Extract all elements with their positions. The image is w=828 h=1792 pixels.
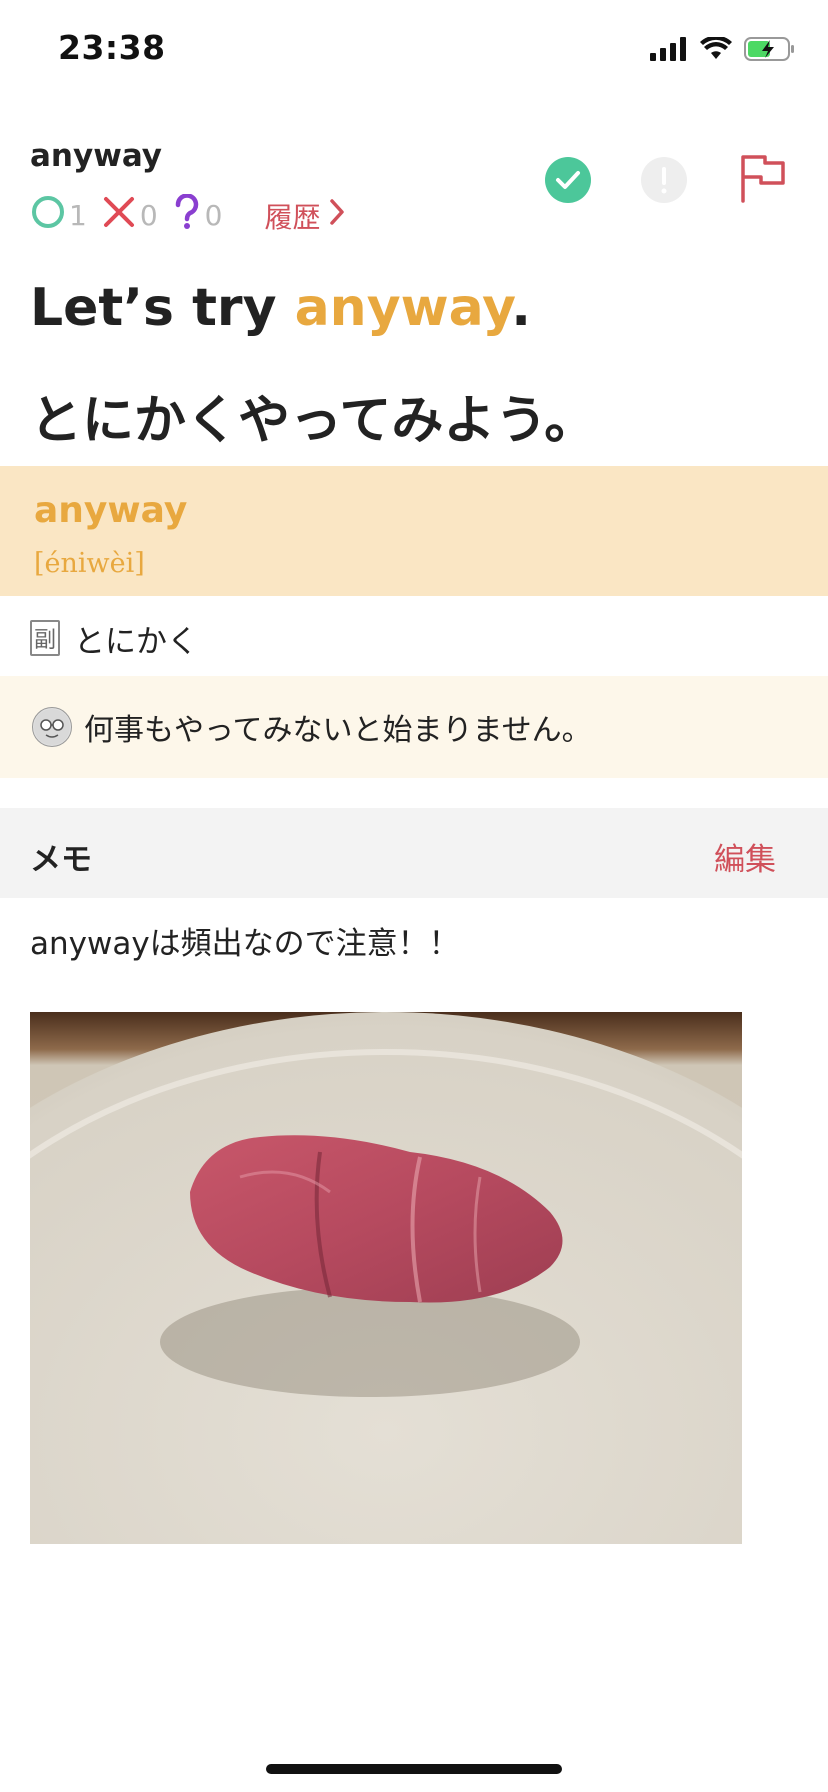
- example-sentence-ja: とにかくやってみよう。: [30, 391, 597, 451]
- wrong-count: 0: [139, 199, 158, 232]
- word-title: anyway: [30, 138, 163, 174]
- unsure-stat: 0: [172, 193, 223, 237]
- example-en-prefix: Let’s try: [30, 278, 295, 338]
- check-circle-icon: [545, 157, 591, 207]
- flag-icon: [737, 153, 787, 207]
- unsure-count: 0: [204, 199, 223, 232]
- history-label: 履歴: [264, 200, 321, 234]
- meaning-text: とにかく: [74, 623, 198, 660]
- mark-difficult-button[interactable]: [640, 157, 688, 207]
- explanation-text: 何事もやってみないと始まりません。: [84, 713, 592, 748]
- home-indicator[interactable]: [266, 1764, 562, 1774]
- status-icons: [650, 35, 796, 66]
- example-en-suffix: .: [511, 278, 532, 338]
- memo-text: anywayは頻出なので注意！！: [30, 926, 460, 962]
- wifi-icon: [700, 35, 732, 65]
- chevron-right-icon: [321, 198, 345, 233]
- definition-block: anyway [éniwèi]: [0, 466, 828, 596]
- memo-edit-button[interactable]: 編集: [714, 834, 776, 879]
- status-bar: 23:38: [0, 0, 828, 100]
- example-en-highlight: anyway: [294, 278, 512, 338]
- memo-header: メモ 編集: [0, 808, 828, 898]
- part-of-speech-badge: 副: [30, 620, 60, 656]
- part-of-speech-row: 副 とにかく: [30, 618, 198, 660]
- mark-known-button[interactable]: [544, 157, 592, 207]
- memo-photo[interactable]: [30, 1012, 742, 1544]
- exclamation-circle-icon: [641, 157, 687, 207]
- flag-button[interactable]: [734, 152, 790, 208]
- memo-title: メモ: [30, 842, 92, 878]
- circle-icon: [30, 194, 69, 237]
- definition-word: anyway: [34, 490, 188, 531]
- stats-row: 1 0 0 履歴: [30, 193, 345, 237]
- pronunciation: [éniwèi]: [34, 548, 145, 579]
- question-icon: [172, 193, 205, 237]
- cross-icon: [101, 194, 140, 237]
- history-link[interactable]: 履歴: [264, 196, 344, 236]
- status-time: 23:38: [58, 28, 166, 67]
- battery-charging-icon: [744, 36, 796, 66]
- wrong-stat: 0: [101, 194, 158, 237]
- correct-stat: 1: [30, 194, 87, 237]
- word-header: anyway 1 0 0 履歴: [30, 132, 798, 242]
- example-sentence-en: Let’s try anyway.: [30, 278, 531, 338]
- correct-count: 1: [69, 199, 87, 232]
- word-detail-screen: 23:38 anyway 1 0 0 履歴 Let’s try anyway. …: [0, 0, 828, 1792]
- explanation-block: 何事もやってみないと始まりません。: [0, 676, 828, 778]
- teacher-avatar-icon: [32, 707, 72, 747]
- signal-icon: [650, 37, 688, 65]
